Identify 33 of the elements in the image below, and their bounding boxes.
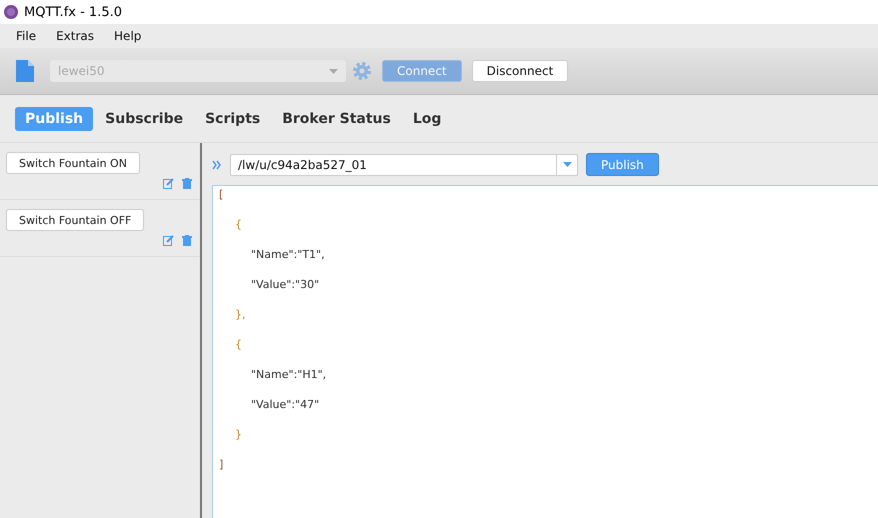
trash-icon[interactable] — [182, 235, 192, 246]
menu-item[interactable]: Help — [106, 29, 150, 43]
script-button[interactable]: Switch Fountain OFF — [6, 209, 144, 231]
code-line: "Value":"30" — [251, 278, 320, 291]
double-chevron-icon[interactable] — [212, 160, 222, 170]
code-line: "Value":"47" — [251, 398, 320, 411]
edit-icon[interactable] — [163, 235, 174, 246]
code-line: }, — [235, 308, 246, 321]
edit-icon[interactable] — [163, 178, 174, 189]
code-line: [ — [219, 188, 224, 201]
trash-icon[interactable] — [182, 178, 192, 189]
tab[interactable]: Scripts — [195, 106, 270, 130]
menu-item[interactable]: File — [8, 29, 44, 43]
code-line: "Name":"H1", — [251, 368, 326, 381]
code-line: { — [235, 338, 242, 351]
code-line: "Name":"T1", — [251, 248, 325, 261]
tab[interactable]: Broker Status — [272, 106, 401, 130]
tab[interactable]: Log — [402, 106, 452, 130]
topic-field[interactable]: /lw/u/c94a2ba527_01 — [230, 154, 578, 176]
app-logo-icon — [4, 5, 18, 19]
code-line: { — [235, 218, 242, 231]
code-line: ] — [219, 458, 224, 471]
tab[interactable]: Subscribe — [95, 106, 194, 130]
settings-icon[interactable] — [352, 61, 372, 81]
payload-editor[interactable]: [ { "Name":"T1", "Value":"30" }, { "Name":"H1", "Value":"47" } ] — [212, 185, 878, 518]
menu-item[interactable]: Extras — [48, 29, 102, 43]
dropdown-caret-icon — [329, 68, 338, 74]
dropdown-caret-icon — [562, 162, 572, 167]
code-line: } — [235, 428, 242, 441]
disconnect-button[interactable]: Disconnect — [472, 60, 568, 82]
document-icon[interactable] — [16, 60, 34, 82]
script-button[interactable]: Switch Fountain ON — [6, 152, 140, 174]
window-title: MQTT.fx - 1.5.0 — [24, 4, 122, 20]
